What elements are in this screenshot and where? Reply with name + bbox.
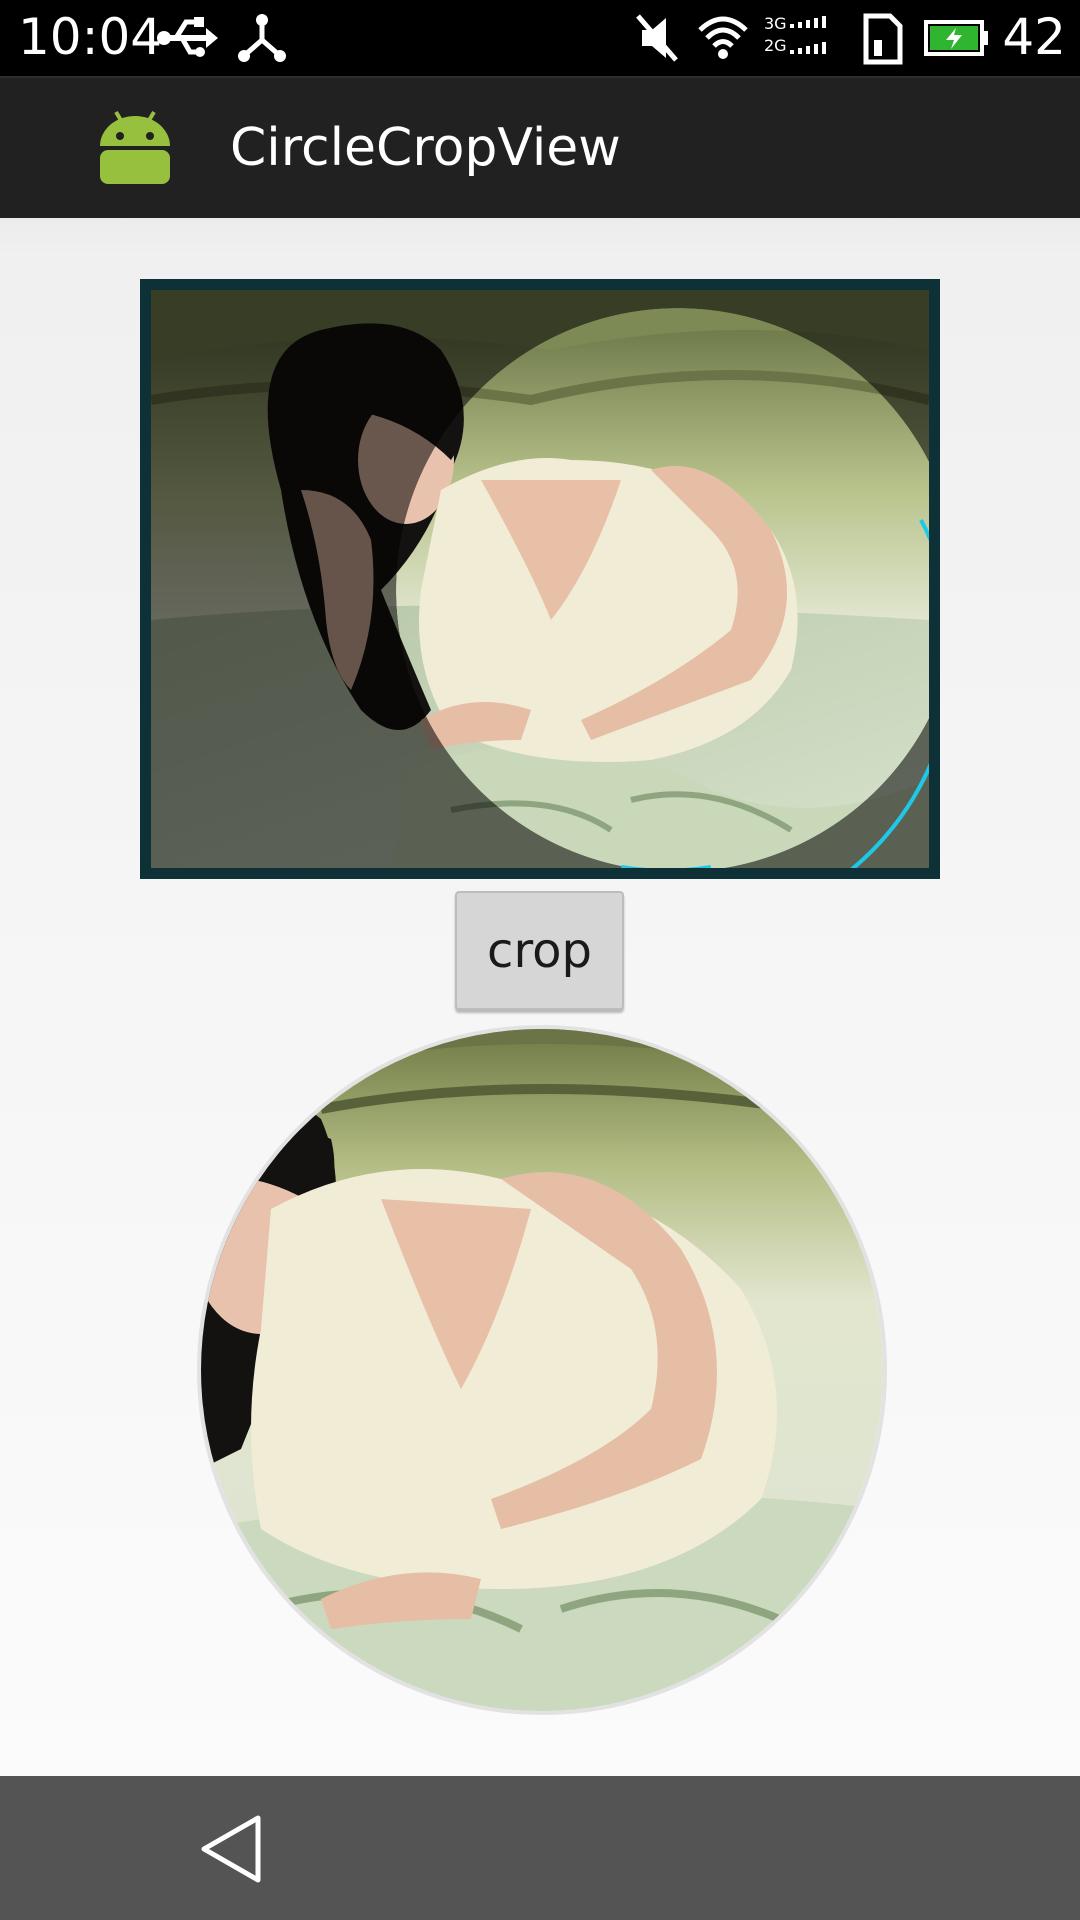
android-icon bbox=[100, 110, 170, 184]
cropped-result-image bbox=[197, 1025, 887, 1715]
mute-icon bbox=[636, 14, 678, 62]
circle-crop-view[interactable] bbox=[140, 279, 940, 879]
sim-icon bbox=[863, 13, 903, 65]
action-bar: CircleCropView bbox=[0, 76, 1080, 218]
status-time: 10:04 bbox=[18, 8, 163, 66]
wifi-icon bbox=[698, 16, 748, 59]
back-icon[interactable] bbox=[198, 1812, 268, 1886]
app-title: CircleCropView bbox=[230, 118, 621, 178]
battery-charging-icon bbox=[924, 20, 988, 56]
share-icon bbox=[238, 14, 286, 62]
navigation-bar bbox=[0, 1776, 1080, 1920]
cropped-photo bbox=[201, 1029, 883, 1711]
status-bar: 10:04 3G 2G 42 bbox=[0, 0, 1080, 76]
signal-3g-2g-icon: 3G 2G bbox=[764, 14, 844, 60]
crop-button[interactable]: crop bbox=[455, 891, 624, 1010]
battery-level: 42 bbox=[1002, 8, 1066, 66]
crop-source-image bbox=[151, 290, 929, 868]
usb-icon bbox=[157, 17, 218, 57]
main-content: crop bbox=[0, 218, 1080, 1776]
